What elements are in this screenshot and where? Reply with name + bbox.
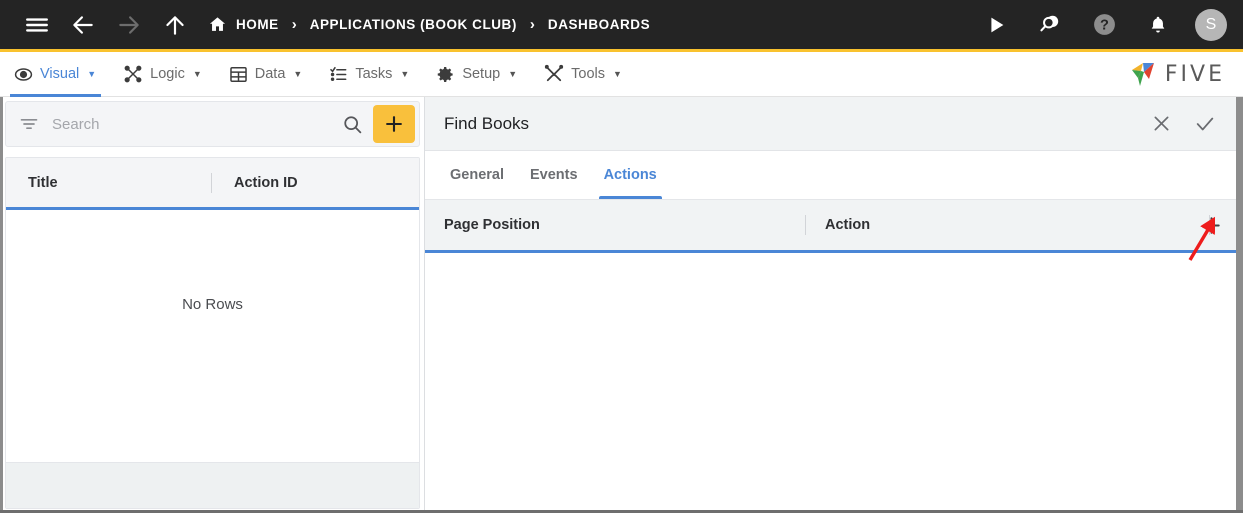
chevron-down-icon: ▼ (508, 69, 518, 79)
chevron-down-icon: ▼ (400, 69, 410, 79)
add-record-button[interactable] (373, 105, 415, 143)
menu-label-data: Data (254, 66, 286, 82)
search-icon[interactable] (331, 114, 373, 135)
logic-nodes-icon (123, 64, 143, 84)
column-header-action-id[interactable]: Action ID (212, 158, 419, 207)
actions-grid-header: Page Position Action (425, 200, 1236, 253)
left-edge-rail (0, 97, 3, 513)
hamburger-icon[interactable] (14, 0, 60, 51)
column-header-page-position[interactable]: Page Position (425, 200, 805, 250)
breadcrumb-label-home: HOME (236, 17, 279, 32)
check-icon[interactable] (1188, 107, 1222, 141)
actions-data-grid: Page Position Action (425, 200, 1236, 503)
breadcrumb-separator: › (291, 16, 297, 33)
search-input[interactable] (52, 115, 331, 133)
left-grid-body: No Rows (6, 210, 419, 462)
breadcrumb-item-applications[interactable]: APPLICATIONS (BOOK CLUB) (310, 0, 517, 51)
eye-icon (14, 65, 33, 84)
play-icon[interactable] (971, 0, 1021, 51)
menu-item-tasks[interactable]: Tasks ▼ (315, 52, 422, 97)
arrow-right-icon[interactable] (106, 0, 152, 51)
actions-grid-body (425, 253, 1236, 503)
five-brand-logo: FIVE (1128, 61, 1243, 88)
column-header-title[interactable]: Title (6, 158, 211, 207)
left-grid-footer (6, 462, 419, 508)
menu-label-tasks: Tasks (355, 66, 393, 82)
menu-item-tools[interactable]: Tools ▼ (530, 52, 635, 97)
tab-label-events: Events (530, 166, 578, 183)
menu-label-logic: Logic (150, 66, 185, 82)
left-grid-header: Title Action ID (6, 158, 419, 210)
tab-actions[interactable]: Actions (591, 150, 670, 199)
gear-icon (436, 65, 455, 84)
menu-label-visual: Visual (40, 66, 80, 82)
add-action-row-button[interactable] (1196, 210, 1226, 240)
menu-item-data[interactable]: Data ▼ (215, 52, 316, 97)
topbar-action-icons: ? S (971, 0, 1243, 51)
tab-label-actions: Actions (603, 166, 657, 183)
breadcrumb-label-applications: APPLICATIONS (BOOK CLUB) (309, 17, 517, 32)
bell-icon[interactable] (1133, 0, 1183, 51)
tab-general[interactable]: General (444, 150, 517, 199)
five-mark-icon (1128, 61, 1158, 88)
five-brand-text: FIVE (1164, 61, 1225, 87)
column-header-action[interactable]: Action (806, 200, 1209, 250)
detail-panel-header: Find Books (425, 97, 1236, 151)
detail-panel: Find Books General Events Actions Page P… (424, 97, 1236, 513)
checklist-icon (329, 65, 348, 84)
top-navigation-bar: HOME › APPLICATIONS (BOOK CLUB) › DASHBO… (0, 0, 1243, 52)
vertical-scrollbar[interactable] (1236, 97, 1243, 513)
breadcrumb-separator-2: › (529, 16, 535, 33)
chevron-down-icon: ▼ (293, 69, 303, 79)
left-list-panel: Title Action ID No Rows (5, 101, 420, 509)
detail-panel-tabs: General Events Actions (425, 151, 1236, 200)
detail-panel-actions (1144, 107, 1236, 141)
tools-icon (544, 64, 564, 84)
arrow-left-icon[interactable] (60, 0, 106, 51)
empty-state-label: No Rows (182, 296, 243, 313)
chevron-down-icon: ▼ (192, 69, 202, 79)
close-icon[interactable] (1144, 107, 1178, 141)
app-root: HOME › APPLICATIONS (BOOK CLUB) › DASHBO… (0, 0, 1243, 513)
chevron-down-icon: ▼ (87, 69, 97, 79)
svg-text:?: ? (1100, 18, 1109, 34)
page-title: Find Books (444, 113, 530, 133)
menu-item-logic[interactable]: Logic ▼ (109, 52, 215, 97)
search-bar (5, 101, 420, 147)
menu-label-tools: Tools (571, 66, 605, 82)
module-menu-bar: Visual ▼ Logic ▼ Data ▼ Tasks ▼ Setup ▼ … (0, 52, 1243, 97)
breadcrumb-item-home[interactable]: HOME (208, 0, 279, 51)
left-data-grid: Title Action ID No Rows (5, 157, 420, 509)
menu-item-setup[interactable]: Setup ▼ (422, 52, 530, 97)
menu-item-visual[interactable]: Visual ▼ (0, 52, 109, 97)
help-icon[interactable]: ? (1079, 0, 1129, 51)
filter-icon[interactable] (6, 114, 52, 134)
avatar[interactable]: S (1195, 8, 1227, 41)
tab-label-general: General (450, 166, 504, 183)
menu-label-setup: Setup (462, 66, 501, 82)
home-icon (208, 15, 227, 34)
breadcrumb-item-dashboards[interactable]: DASHBOARDS (548, 0, 650, 51)
breadcrumb-label-dashboards: DASHBOARDS (547, 17, 651, 32)
table-grid-icon (229, 65, 248, 84)
search-chat-icon[interactable] (1025, 0, 1075, 51)
chevron-down-icon: ▼ (613, 69, 622, 79)
arrow-up-icon[interactable] (152, 0, 198, 51)
tab-events[interactable]: Events (517, 150, 591, 199)
